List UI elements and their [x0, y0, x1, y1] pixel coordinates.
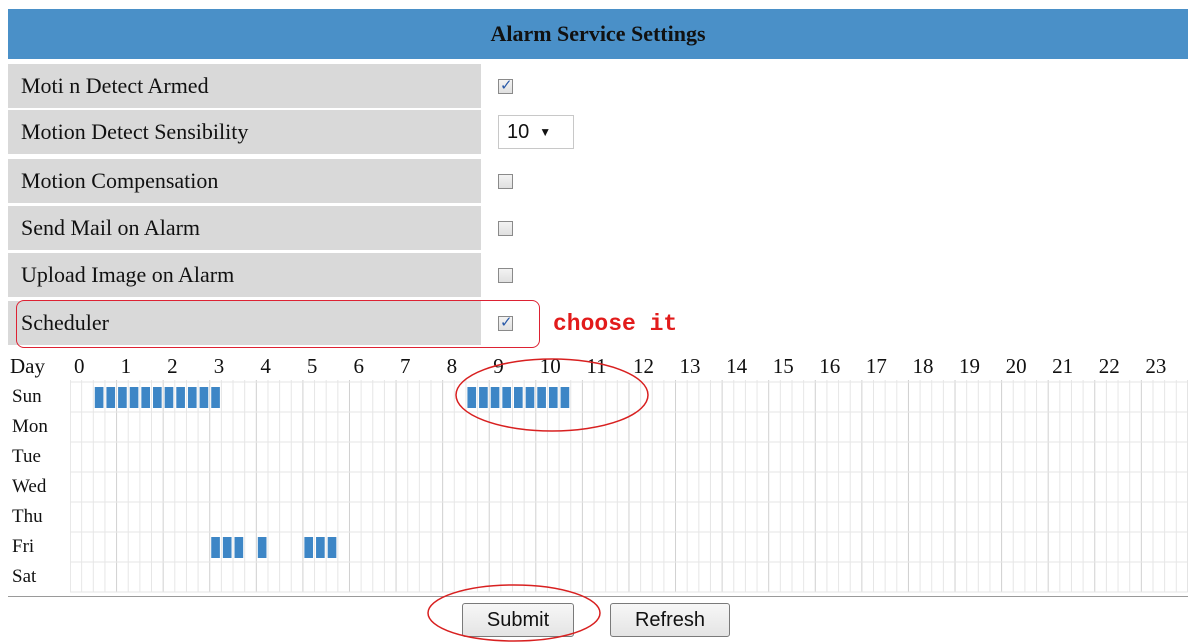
annotation-ellipse-submit: [427, 584, 601, 642]
annotation-ellipses: [427, 358, 649, 642]
annotation-ellipse-sun: [455, 358, 649, 432]
